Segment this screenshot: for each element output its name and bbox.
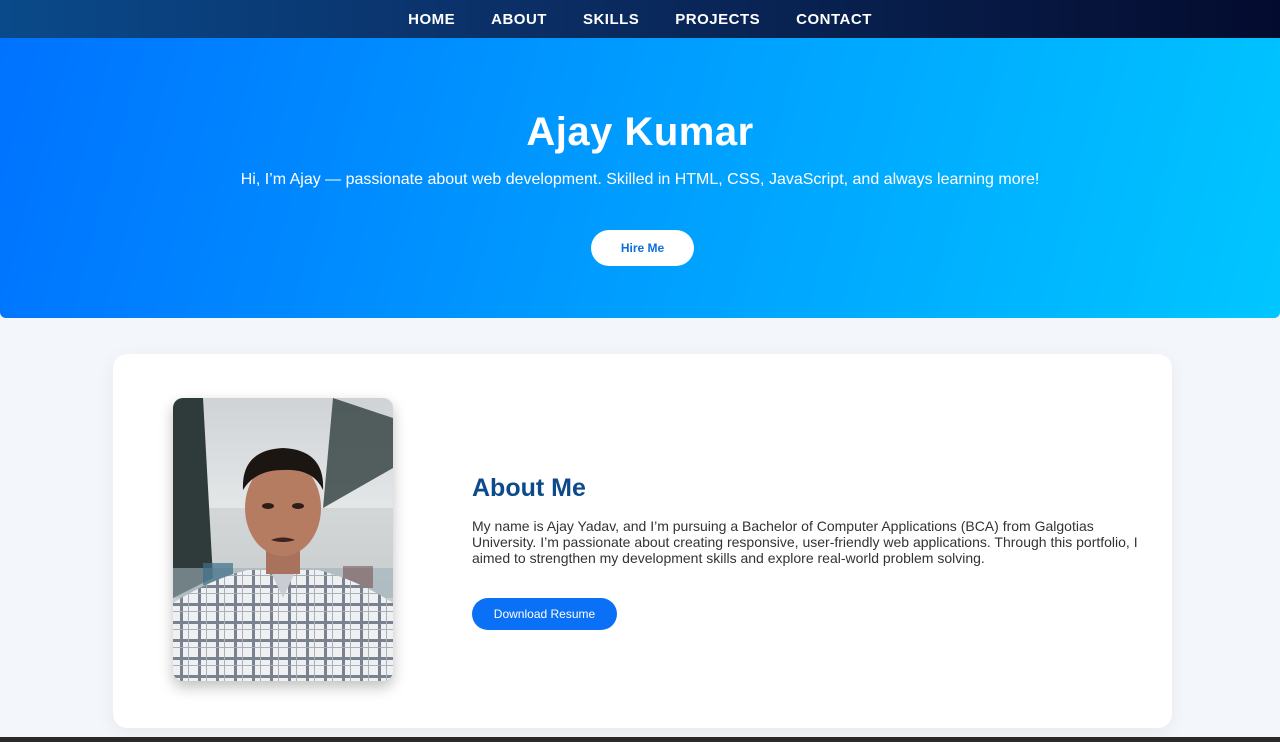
about-text: My name is Ajay Yadav, and I’m pursuing … <box>472 518 1138 566</box>
bottom-divider <box>0 737 1280 742</box>
about-card: About Me My name is Ajay Yadav, and I’m … <box>113 354 1172 728</box>
download-resume-button[interactable]: Download Resume <box>472 598 617 630</box>
nav-link-about[interactable]: ABOUT <box>473 11 565 28</box>
hire-me-button[interactable]: Hire Me <box>591 230 694 266</box>
nav-link-contact[interactable]: CONTACT <box>778 11 890 28</box>
hero-subtitle: Hi, I’m Ajay — passionate about web deve… <box>240 171 1040 188</box>
hero-section: Ajay Kumar Hi, I’m Ajay — passionate abo… <box>0 38 1280 318</box>
profile-photo <box>173 398 393 681</box>
nav-link-skills[interactable]: SKILLS <box>565 11 657 28</box>
about-title: About Me <box>472 474 586 502</box>
top-navbar: HOME ABOUT SKILLS PROJECTS CONTACT <box>0 0 1280 38</box>
nav-links: HOME ABOUT SKILLS PROJECTS CONTACT <box>390 11 890 28</box>
nav-link-projects[interactable]: PROJECTS <box>657 11 778 28</box>
nav-link-home[interactable]: HOME <box>390 11 473 28</box>
hero-title: Ajay Kumar <box>526 110 754 154</box>
